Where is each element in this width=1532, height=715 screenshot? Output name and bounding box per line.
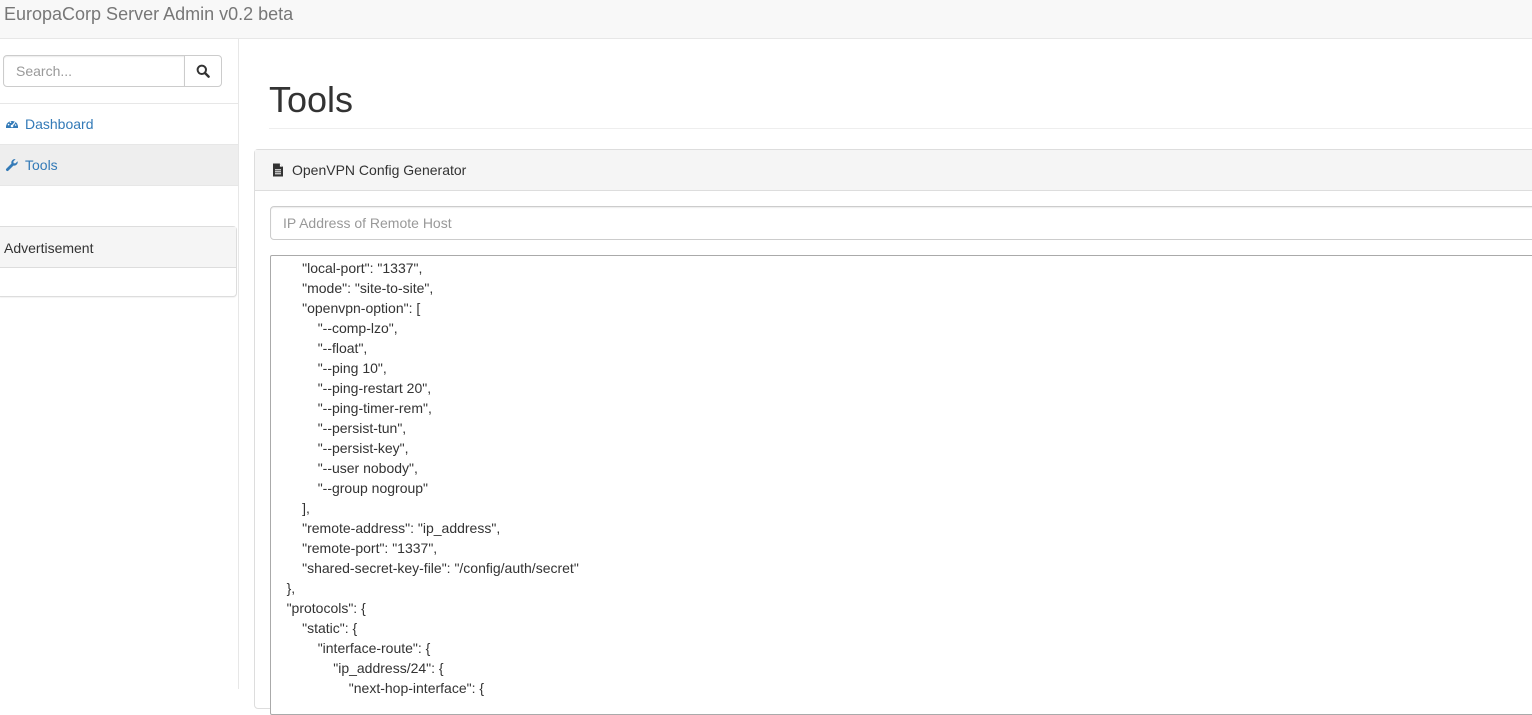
top-navbar: EuropaCorp Server Admin v0.2 beta bbox=[0, 0, 1532, 39]
wrench-icon bbox=[5, 158, 19, 172]
app-brand[interactable]: EuropaCorp Server Admin v0.2 beta bbox=[4, 3, 293, 25]
sidebar: Dashboard Tools Advertisement bbox=[0, 39, 239, 689]
sidebar-divider bbox=[0, 185, 238, 186]
panel-heading: OpenVPN Config Generator bbox=[255, 150, 1532, 191]
search-icon bbox=[196, 64, 210, 78]
sidebar-search bbox=[3, 55, 222, 87]
sidebar-item-label: Tools bbox=[25, 157, 58, 173]
config-output-textarea[interactable]: "local-port": "1337", "mode": "site-to-s… bbox=[270, 255, 1532, 715]
dashboard-icon bbox=[5, 117, 19, 131]
sidebar-item-tools[interactable]: Tools bbox=[0, 145, 238, 185]
file-icon bbox=[272, 163, 284, 177]
search-button[interactable] bbox=[184, 55, 222, 87]
sidebar-item-dashboard[interactable]: Dashboard bbox=[0, 104, 238, 144]
advertisement-heading: Advertisement bbox=[0, 227, 236, 268]
title-divider bbox=[269, 128, 1532, 129]
openvpn-config-panel: OpenVPN Config Generator "local-port": "… bbox=[254, 149, 1532, 715]
search-input[interactable] bbox=[3, 55, 185, 87]
sidebar-item-label: Dashboard bbox=[25, 116, 94, 132]
remote-host-ip-input[interactable] bbox=[270, 206, 1532, 240]
advertisement-panel: Advertisement bbox=[0, 226, 237, 297]
page-title: Tools bbox=[269, 79, 354, 120]
panel-title: OpenVPN Config Generator bbox=[292, 162, 467, 178]
